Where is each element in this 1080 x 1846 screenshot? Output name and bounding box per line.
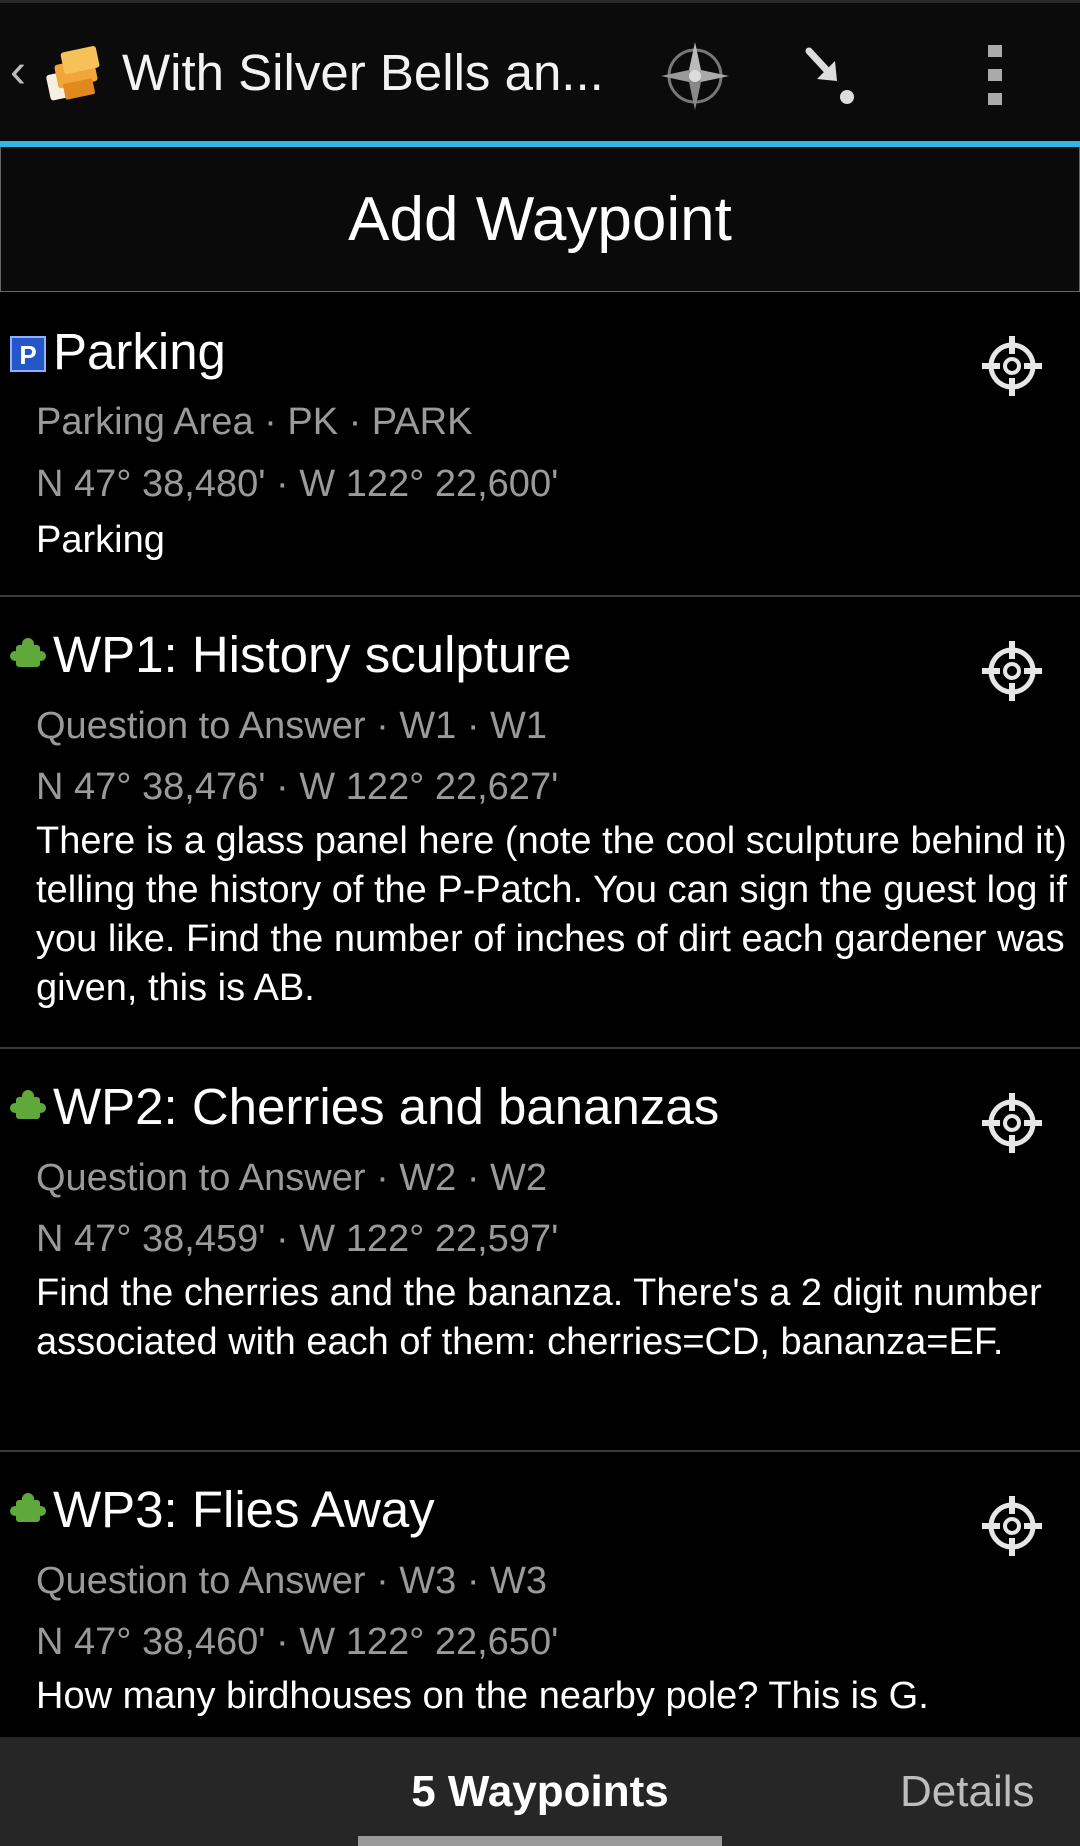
bottom-tab-bar: 5 Waypoints Details [0, 1737, 1080, 1846]
waypoint-name: Parking [53, 323, 226, 380]
waypoint-note: Parking [36, 519, 165, 561]
list-item[interactable]: WP1: History sculpture Question to Answe… [0, 597, 1080, 1049]
puzzle-icon [10, 1493, 46, 1522]
waypoint-coordinates: N 47° 38,480' · W 122° 22,600' [36, 463, 559, 505]
waypoint-note: How many birdhouses on the nearby pole? … [36, 1675, 929, 1717]
puzzle-icon [10, 1090, 46, 1119]
cache-stack-icon[interactable] [42, 41, 106, 105]
tab-indicator [358, 1836, 722, 1846]
page-title: With Silver Bells an... [122, 44, 604, 101]
add-waypoint-label: Add Waypoint [348, 184, 732, 254]
target-icon[interactable] [980, 639, 1044, 703]
waypoint-note: There is a glass panel here (note the co… [36, 820, 1067, 1009]
waypoint-name: WP2: Cherries and bananzas [53, 1078, 720, 1135]
arrow-down-right-icon [805, 47, 854, 104]
add-waypoint-button[interactable]: Add Waypoint [0, 147, 1080, 292]
tab-details-label: Details [900, 1766, 1035, 1816]
svg-text:P: P [19, 340, 36, 370]
action-bar: ‹ With Silver Bells an... [0, 3, 1080, 141]
navigate-button[interactable] [650, 31, 740, 121]
waypoint-subtitle: Question to Answer · W2 · W2 [36, 1157, 548, 1199]
import-button[interactable] [785, 31, 875, 121]
waypoint-name: WP3: Flies Away [53, 1481, 435, 1538]
tab-waypoints-label: 5 Waypoints [411, 1766, 669, 1816]
tab-waypoints[interactable]: 5 Waypoints [358, 1737, 722, 1846]
target-icon[interactable] [980, 1091, 1044, 1155]
list-item[interactable]: WP2: Cherries and bananzas Question to A… [0, 1049, 1080, 1452]
waypoint-coordinates: N 47° 38,476' · W 122° 22,627' [36, 766, 559, 808]
waypoint-subtitle: Question to Answer · W3 · W3 [36, 1560, 548, 1602]
parking-icon: P [10, 336, 46, 372]
compass-icon [661, 42, 729, 110]
target-icon[interactable] [980, 1494, 1044, 1558]
waypoint-name: WP1: History sculpture [53, 626, 572, 683]
waypoint-coordinates: N 47° 38,459' · W 122° 22,597' [36, 1218, 559, 1260]
waypoint-subtitle: Parking Area · PK · PARK [36, 401, 473, 443]
waypoint-list[interactable]: P Parking Parking Area · PK · PARK N 47°… [0, 292, 1080, 1737]
overflow-menu-icon [988, 45, 1002, 105]
waypoint-coordinates: N 47° 38,460' · W 122° 22,650' [36, 1621, 559, 1663]
waypoint-note: Find the cherries and the bananza. There… [36, 1272, 1042, 1363]
tab-details[interactable]: Details [900, 1737, 1080, 1846]
target-icon[interactable] [980, 334, 1044, 398]
overflow-menu-button[interactable] [950, 31, 1040, 121]
list-item[interactable]: WP3: Flies Away Question to Answer · W3 … [0, 1452, 1080, 1737]
puzzle-icon [10, 638, 46, 667]
chevron-left-icon[interactable]: ‹ [10, 47, 34, 97]
waypoint-subtitle: Question to Answer · W1 · W1 [36, 705, 548, 747]
list-item[interactable]: P Parking Parking Area · PK · PARK N 47°… [0, 292, 1080, 597]
